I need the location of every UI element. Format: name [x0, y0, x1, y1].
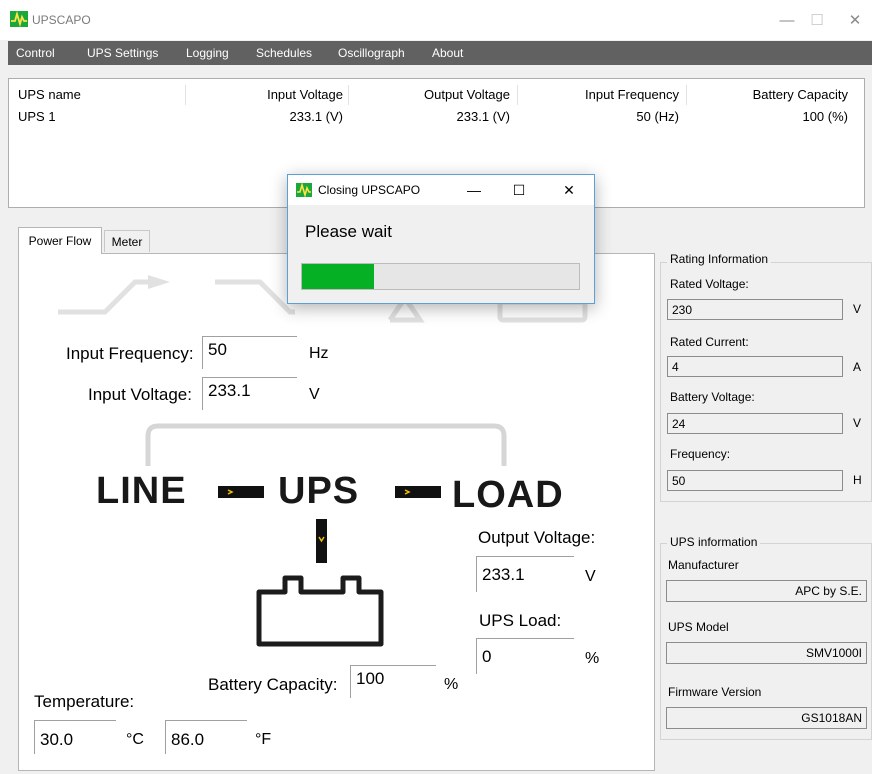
menu-control[interactable]: Control	[16, 46, 55, 60]
load-label: LOAD	[452, 474, 564, 516]
rated-current-unit: A	[853, 360, 862, 374]
battery-icon	[256, 575, 384, 647]
upscapo-logo-icon	[10, 11, 28, 27]
column-divider	[348, 85, 349, 105]
output-voltage-label: Output Voltage:	[478, 528, 596, 547]
battery-voltage-field: 24	[667, 413, 843, 434]
ups-load-field[interactable]: 0	[476, 638, 574, 674]
ups-model-label: UPS Model	[668, 620, 729, 634]
output-voltage-unit: V	[585, 568, 596, 585]
cell-battery-capacity: 100 (%)	[802, 109, 848, 124]
rated-current-field: 4	[667, 356, 843, 377]
firmware-version-field: GS1018AN	[666, 707, 867, 729]
ups-model-field: SMV1000I	[666, 642, 867, 664]
input-voltage-unit: V	[309, 386, 320, 403]
maximize-button[interactable]: ☐	[802, 8, 832, 34]
manufacturer-field: APC by S.E.	[666, 580, 867, 602]
minimize-button[interactable]: —	[772, 8, 802, 34]
flow-arrow-icon	[395, 486, 441, 498]
frequency-field: 50	[667, 470, 843, 491]
progress-bar	[301, 263, 580, 290]
line-label: LINE	[96, 470, 187, 512]
temperature-celsius-unit: °C	[126, 731, 144, 748]
input-frequency-label: Input Frequency:	[66, 344, 194, 363]
ups-load-label: UPS Load:	[479, 611, 562, 630]
battery-voltage-label: Battery Voltage:	[670, 390, 755, 404]
battery-voltage-unit: V	[853, 416, 862, 430]
menu-about[interactable]: About	[432, 46, 463, 60]
column-divider	[185, 85, 186, 105]
menu-bar: Control UPS Settings Logging Schedules O…	[8, 41, 872, 65]
upscapo-logo-icon	[296, 183, 312, 197]
column-header-ups-name[interactable]: UPS name	[18, 87, 81, 102]
battery-capacity-field[interactable]: 100	[350, 665, 436, 698]
column-divider	[517, 85, 518, 105]
cell-input-frequency: 50 (Hz)	[636, 109, 679, 124]
cell-input-voltage: 233.1 (V)	[289, 109, 343, 124]
menu-ups-settings[interactable]: UPS Settings	[87, 46, 158, 60]
input-frequency-field[interactable]: 50	[202, 336, 297, 369]
cell-ups-name: UPS 1	[18, 109, 56, 124]
rated-voltage-field: 230	[667, 299, 843, 320]
input-frequency-unit: Hz	[309, 345, 329, 362]
app-title: UPSCAPO	[32, 13, 91, 27]
menu-oscillograph[interactable]: Oscillograph	[338, 46, 405, 60]
dialog-close-button[interactable]: ✕	[556, 179, 582, 201]
temperature-celsius-field[interactable]: 30.0	[34, 720, 116, 754]
frequency-label: Frequency:	[670, 447, 731, 461]
firmware-version-label: Firmware Version	[668, 685, 762, 699]
battery-capacity-label: Battery Capacity:	[208, 675, 338, 694]
progress-bar-fill	[302, 264, 375, 289]
flow-bracket	[145, 423, 507, 466]
temperature-fahrenheit-field[interactable]: 86.0	[165, 720, 247, 754]
column-divider	[686, 85, 687, 105]
menu-logging[interactable]: Logging	[186, 46, 229, 60]
dialog-message: Please wait	[305, 222, 392, 241]
column-header-input-voltage[interactable]: Input Voltage	[267, 87, 343, 102]
battery-capacity-unit: %	[444, 676, 459, 693]
flow-arrow-icon	[316, 519, 327, 563]
flow-arrow-icon	[218, 486, 264, 498]
ups-load-unit: %	[585, 650, 600, 667]
frequency-unit: H	[853, 473, 862, 487]
column-header-battery-capacity[interactable]: Battery Capacity	[753, 87, 848, 102]
title-bar: UPSCAPO — ☐ ✕	[0, 0, 872, 40]
ups-information-title: UPS information	[667, 535, 761, 549]
dialog-title: Closing UPSCAPO	[318, 183, 421, 197]
rating-information-group	[660, 262, 872, 502]
input-voltage-label: Input Voltage:	[88, 385, 192, 404]
temperature-fahrenheit-unit: °F	[255, 731, 272, 748]
closing-dialog: Closing UPSCAPO — ☐ ✕ Please wait	[287, 174, 595, 304]
dialog-minimize-button[interactable]: —	[461, 179, 487, 201]
ups-label: UPS	[278, 470, 360, 512]
manufacturer-label: Manufacturer	[668, 558, 739, 572]
menu-schedules[interactable]: Schedules	[256, 46, 312, 60]
tab-meter[interactable]: Meter	[104, 230, 150, 252]
rated-current-label: Rated Current:	[670, 335, 749, 349]
dialog-maximize-button[interactable]: ☐	[506, 179, 532, 201]
tab-power-flow[interactable]: Power Flow	[18, 227, 102, 254]
input-voltage-field[interactable]: 233.1	[202, 377, 297, 410]
close-button[interactable]: ✕	[840, 8, 870, 34]
rated-voltage-label: Rated Voltage:	[670, 277, 749, 291]
output-voltage-field[interactable]: 233.1	[476, 556, 574, 592]
column-header-output-voltage[interactable]: Output Voltage	[424, 87, 510, 102]
dialog-title-bar: Closing UPSCAPO — ☐ ✕	[288, 175, 594, 205]
rated-voltage-unit: V	[853, 302, 862, 316]
temperature-label: Temperature:	[34, 692, 135, 711]
column-header-input-frequency[interactable]: Input Frequency	[585, 87, 679, 102]
cell-output-voltage: 233.1 (V)	[456, 109, 510, 124]
rating-information-title: Rating Information	[667, 252, 772, 266]
